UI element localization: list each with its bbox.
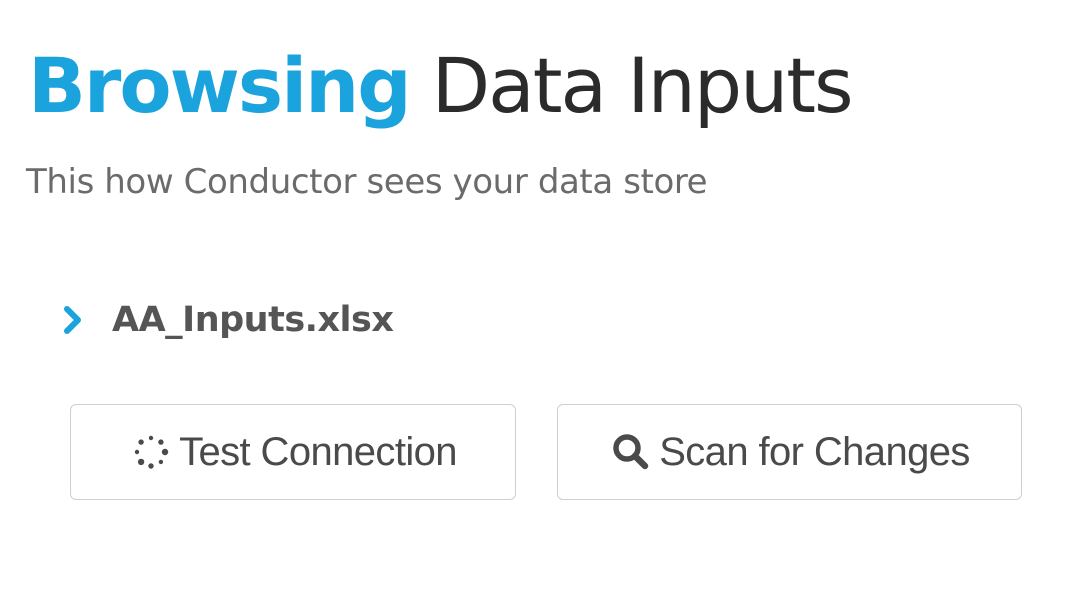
chevron-right-icon[interactable] [58,300,88,340]
page-title: Data Inputs [431,41,854,130]
spinner-dot [148,463,154,469]
spinner-dot [158,459,164,465]
scan-for-changes-button[interactable]: Scan for Changes [557,404,1022,500]
spinner-dot [134,449,140,455]
tree-item-label[interactable]: AA_Inputs.xlsx [112,300,394,340]
page-title-accent: Browsing [28,41,412,130]
spinner-dot [137,458,145,466]
spinner-dot [148,435,154,441]
spinner-dot [158,439,164,445]
page-header: Browsing Data Inputs [28,48,854,124]
spinner-icon [129,430,173,474]
scan-for-changes-label: Scan for Changes [659,429,970,474]
spinner-dot [138,439,144,445]
page-subtitle: This how Conductor sees your data store [26,162,708,202]
spinner-dot [161,448,169,456]
search-icon [609,430,653,474]
test-connection-button[interactable]: Test Connection [70,404,516,500]
test-connection-label: Test Connection [179,429,457,474]
tree-item-aa-inputs[interactable]: AA_Inputs.xlsx [58,296,394,344]
